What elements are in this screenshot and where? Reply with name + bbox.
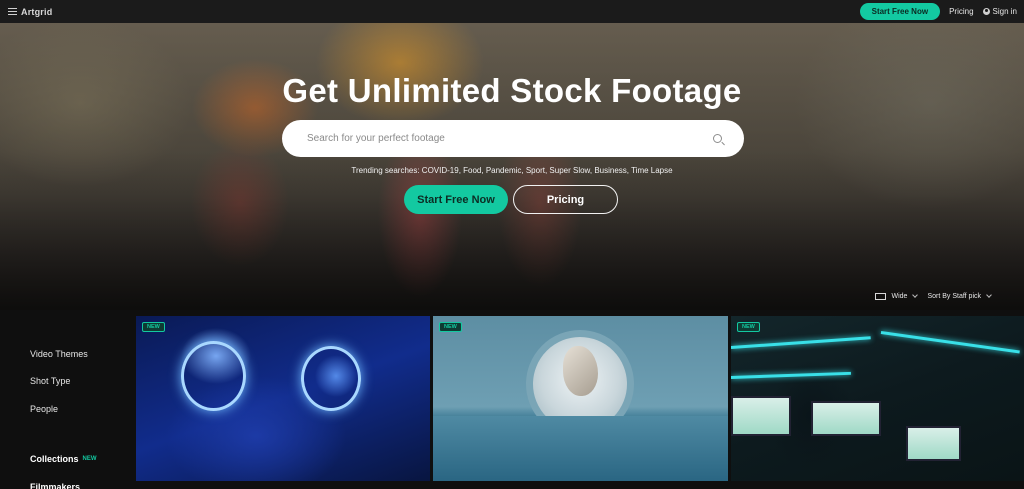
search-bar[interactable] <box>282 120 744 157</box>
hamburger-menu-icon[interactable] <box>8 8 17 15</box>
hero-title: Get Unlimited Stock Footage <box>282 72 742 109</box>
trending-searches: Trending searches: COVID-19, Food, Pande… <box>351 166 673 175</box>
chevron-down-icon <box>986 292 992 298</box>
monitor-screen <box>731 396 791 436</box>
new-tag: NEW <box>82 456 97 463</box>
helmet-shape <box>181 341 246 411</box>
sidebar-item-people[interactable]: People <box>30 395 130 423</box>
ceiling-light <box>731 371 851 379</box>
sidebar-item-shot-type[interactable]: Shot Type <box>30 368 130 396</box>
search-input[interactable] <box>282 120 713 157</box>
collections-label: Collections <box>30 454 79 465</box>
sidebar-item-collections[interactable]: Collections NEW <box>30 446 130 474</box>
filter-sidebar: Video Themes Shot Type People Collection… <box>30 340 130 489</box>
sort-dropdown[interactable]: Sort By Staff pick <box>927 292 992 300</box>
ceiling-light <box>880 331 1020 354</box>
water-surface <box>433 416 728 481</box>
sidebar-item-filmmakers[interactable]: Filmmakers <box>30 473 130 489</box>
ceiling-light <box>731 336 871 349</box>
video-tile-portal[interactable]: NEW <box>433 316 728 481</box>
pricing-link[interactable]: Pricing <box>949 7 973 16</box>
logo[interactable]: Artgrid <box>21 7 52 17</box>
top-navbar: Artgrid Start Free Now Pricing Sign in <box>0 0 1024 23</box>
hero-banner: Get Unlimited Stock Footage Trending sea… <box>0 23 1024 310</box>
search-icon[interactable] <box>713 134 722 143</box>
chevron-down-icon[interactable] <box>912 292 919 298</box>
video-tile-astronauts[interactable]: NEW <box>136 316 430 481</box>
sidebar-item-video-themes[interactable]: Video Themes <box>30 340 130 368</box>
new-badge: NEW <box>142 322 165 332</box>
pricing-button[interactable]: Pricing <box>513 185 618 214</box>
view-dropdown[interactable]: Wide <box>891 293 907 300</box>
sign-in-link[interactable]: Sign in <box>993 7 1017 16</box>
new-badge: NEW <box>439 322 462 332</box>
new-badge: NEW <box>737 322 760 332</box>
start-free-button[interactable]: Start Free Now <box>404 185 508 214</box>
video-grid: NEW NEW NEW <box>136 316 1024 481</box>
hero-buttons: Start Free Now Pricing <box>404 185 618 214</box>
sort-label: Sort By Staff pick <box>927 293 981 300</box>
start-free-button-header[interactable]: Start Free Now <box>859 2 941 20</box>
monitor-screen <box>906 426 961 461</box>
user-icon <box>982 7 990 15</box>
top-right-nav: Start Free Now Pricing Sign in <box>859 2 1017 20</box>
view-controls: Wide Sort By Staff pick <box>875 292 992 300</box>
helmet-shape <box>301 346 361 411</box>
wide-view-icon[interactable] <box>875 293 887 300</box>
video-tile-trading[interactable]: NEW <box>731 316 1024 481</box>
monitor-screen <box>811 401 881 436</box>
